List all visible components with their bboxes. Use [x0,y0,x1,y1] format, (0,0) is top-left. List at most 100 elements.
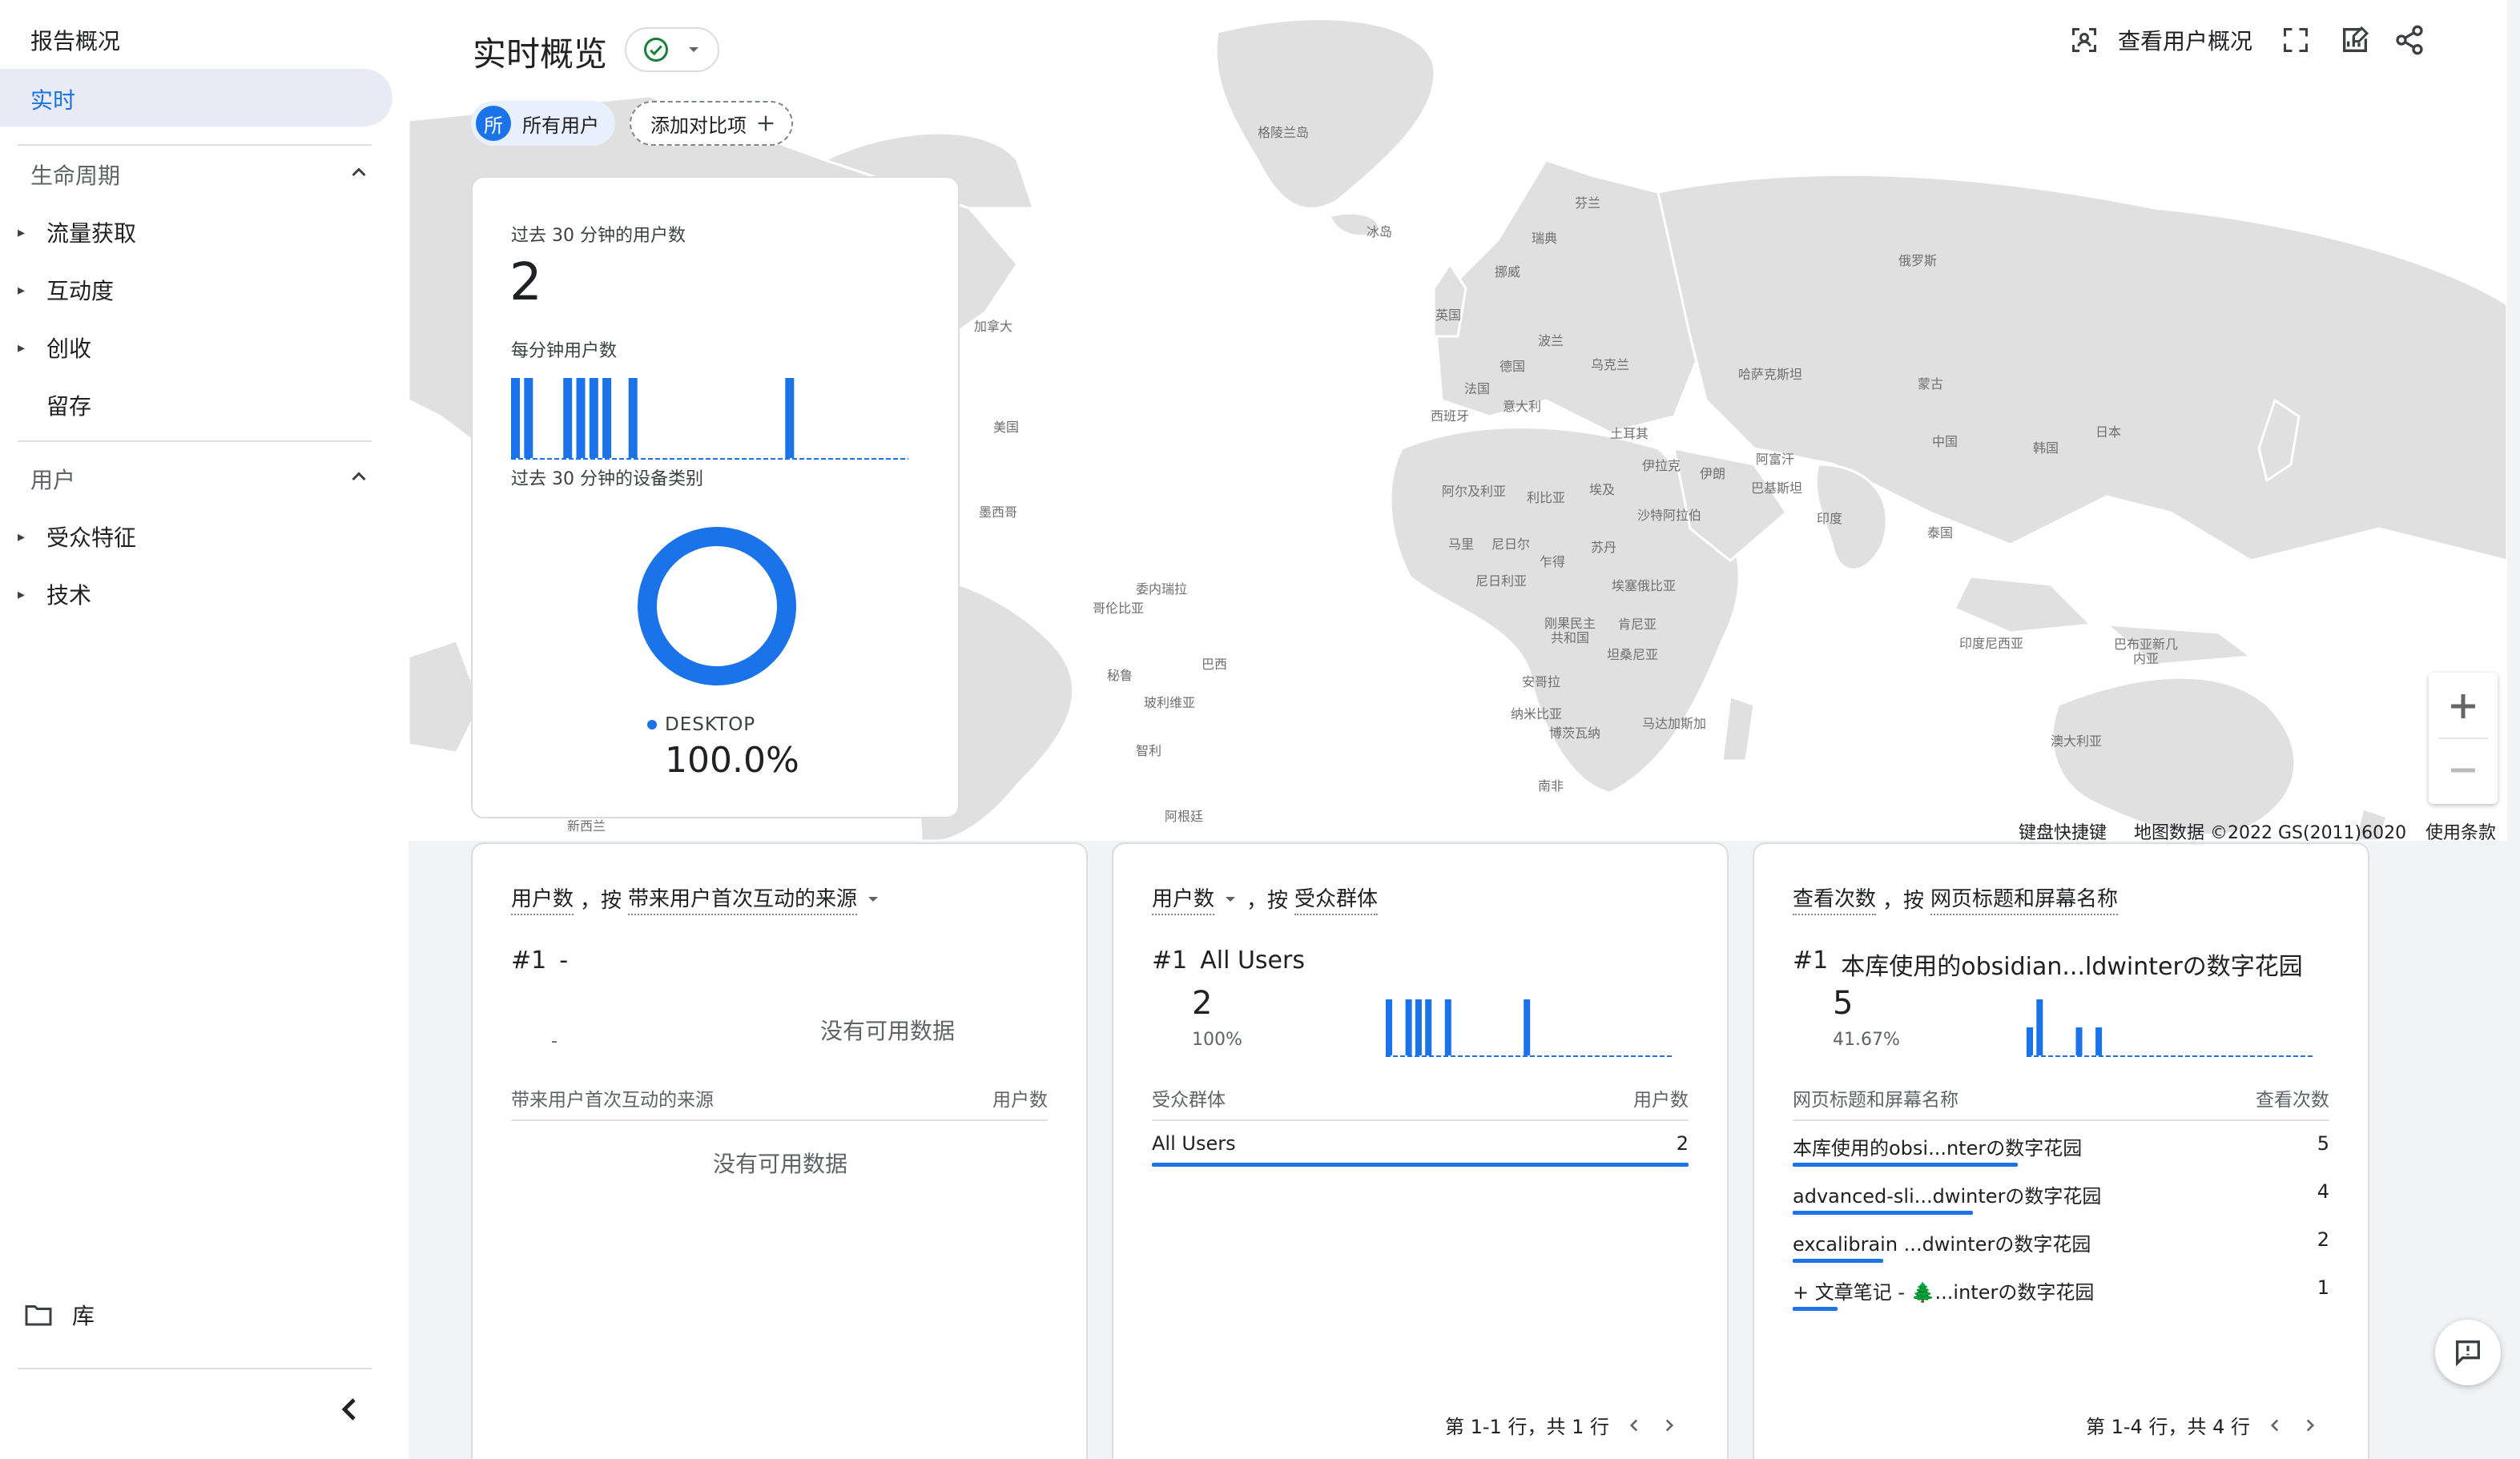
map-label: 博茨瓦纳 [1549,725,1601,741]
sidebar-divider [18,440,372,442]
column-header-audience[interactable]: 受众群体 [1152,1084,1226,1111]
column-header-users[interactable]: 用户数 [1633,1084,1689,1111]
sidebar-item-label: 创收 [46,336,92,362]
comparison-chip-all-users[interactable]: 所 所有用户 [471,101,615,146]
chevron-left-icon[interactable] [2264,1415,2285,1436]
sidebar-item-retention[interactable]: 留存 [46,389,91,421]
chart-bar[interactable] [576,378,586,458]
sidebar-item-label: 留存 [46,393,92,420]
chevron-left-icon[interactable] [330,1390,368,1429]
caret-down-icon[interactable] [1221,890,1240,909]
map-label: 乌克兰 [1591,357,1630,372]
chart-bar[interactable] [2036,999,2043,1055]
table-row-label[interactable]: excalibrain ...dwinterの数字花园 [1793,1228,2091,1256]
chart-bar[interactable] [511,378,520,458]
audience-sparkline[interactable] [1386,995,1674,1059]
dimension-selector[interactable]: 受众群体 [1294,882,1379,915]
chart-bar[interactable] [2027,1027,2033,1055]
column-header-views[interactable]: 查看次数 [2256,1084,2329,1111]
chart-bar[interactable] [589,378,598,458]
dimension-selector[interactable]: 网页标题和屏幕名称 [1930,882,2119,915]
table-row-label[interactable]: 本库使用的obsi...nterの数字花园 [1793,1132,2082,1160]
map-label: 澳大利亚 [2051,734,2103,749]
chart-bar[interactable] [2095,1027,2103,1055]
add-comparison-button[interactable]: 添加对比项 [630,101,793,146]
column-header-source[interactable]: 带来用户首次互动的来源 [511,1084,714,1111]
chart-no-data: 没有可用数据 [820,1018,956,1044]
table-row-label[interactable]: advanced-sli...dwinterの数字花园 [1793,1180,2101,1208]
table-row-label[interactable]: + 文章笔记 - 🌲...interの数字花园 [1793,1276,2094,1304]
sidebar-item-tech[interactable]: ▸ 技术 [18,578,91,610]
view-user-snapshot-button[interactable]: 查看用户概况 [2118,24,2252,56]
chart-bar[interactable] [1444,999,1451,1055]
chart-bar[interactable] [1425,999,1432,1055]
map-label: 尼日利亚 [1475,573,1528,589]
sidebar-item-engagement[interactable]: ▸ 互动度 [18,274,114,306]
feedback-button[interactable] [2435,1320,2501,1385]
table-row-value: 4 [2317,1180,2329,1203]
page-scrollbar[interactable] [2507,0,2520,1459]
table-row-value: 1 [2317,1276,2329,1299]
fullscreen-icon[interactable] [2281,26,2310,54]
chart-bar[interactable] [2075,1027,2083,1055]
sidebar-item-realtime-label[interactable]: 实时 [30,83,75,115]
page-views-sparkline[interactable] [2027,995,2315,1059]
page-title: 实时概览 [473,34,608,74]
chevron-left-icon[interactable] [1624,1415,1644,1436]
map-label: 秘鲁 [1107,668,1133,683]
chart-bar[interactable] [1386,999,1392,1055]
metric-selector[interactable]: 用户数 [511,882,574,915]
chart-bar[interactable] [1415,999,1422,1055]
chart-bar[interactable] [1524,999,1531,1055]
map-label: 肯尼亚 [1618,617,1657,632]
table-row-value: 2 [1676,1132,1689,1155]
sidebar-item-acquisition[interactable]: ▸ 流量获取 [18,216,136,248]
caret-right-icon: ▸ [18,281,26,299]
map-label: 玻利维亚 [1144,695,1196,710]
chart-bar[interactable] [524,378,533,458]
dimension-selector[interactable]: 带来用户首次互动的来源 [628,882,858,915]
legend-dot [647,720,657,730]
device-donut-chart[interactable] [633,522,801,690]
map-label: 委内瑞拉 [1136,581,1188,597]
map-keyboard-shortcuts[interactable]: 键盘快捷键 [2019,818,2107,841]
map-label: 波兰 [1538,333,1564,348]
map-label: 阿尔及利亚 [1442,484,1507,499]
rank-metric-percent: 41.67% [1833,1030,1900,1050]
share-icon[interactable] [2393,24,2425,56]
caret-down-icon[interactable] [863,890,883,909]
customize-report-icon[interactable] [2339,24,2371,56]
sidebar-item-library[interactable]: 库 [24,1299,95,1331]
sidebar-title[interactable]: 报告概况 [30,24,120,56]
rank-value: All Users [1200,947,1305,975]
table-row-label[interactable]: All Users [1152,1132,1236,1155]
donut-slice-desktop[interactable] [638,527,796,685]
chevron-up-icon[interactable] [344,159,373,187]
chevron-up-icon[interactable] [344,463,373,492]
chevron-right-icon[interactable] [1659,1415,1680,1436]
chart-bar[interactable] [1405,999,1412,1055]
chart-bar[interactable] [628,378,638,458]
chart-bar[interactable] [563,378,573,458]
map-label: 南非 [1538,778,1564,794]
sidebar-section-lifecycle[interactable]: 生命周期 [30,159,120,191]
user-snapshot-icon[interactable] [2070,26,2099,54]
map-terms-link[interactable]: 使用条款 [2425,818,2496,841]
map-label: 哥伦比亚 [1093,601,1145,616]
sidebar-item-monetization[interactable]: ▸ 创收 [18,332,91,364]
chart-bar[interactable] [602,378,612,458]
column-header-users[interactable]: 用户数 [992,1084,1048,1111]
column-header-page-title[interactable]: 网页标题和屏幕名称 [1793,1084,1958,1111]
metric-selector[interactable]: 用户数 [1152,882,1215,915]
caret-down-icon [688,47,698,52]
status-dropdown[interactable] [625,27,719,72]
zoom-in-icon[interactable] [2447,690,2479,722]
zoom-out-icon[interactable] [2447,754,2479,786]
per-minute-bar-chart[interactable] [511,373,908,461]
rank-metric-percent: 100% [1192,1030,1242,1050]
sidebar-item-demographics[interactable]: ▸ 受众特征 [18,520,136,553]
chart-bar[interactable] [785,378,795,458]
chevron-right-icon[interactable] [2300,1415,2321,1436]
metric-selector[interactable]: 查看次数 [1793,882,1877,915]
sidebar-section-user[interactable]: 用户 [30,463,75,495]
